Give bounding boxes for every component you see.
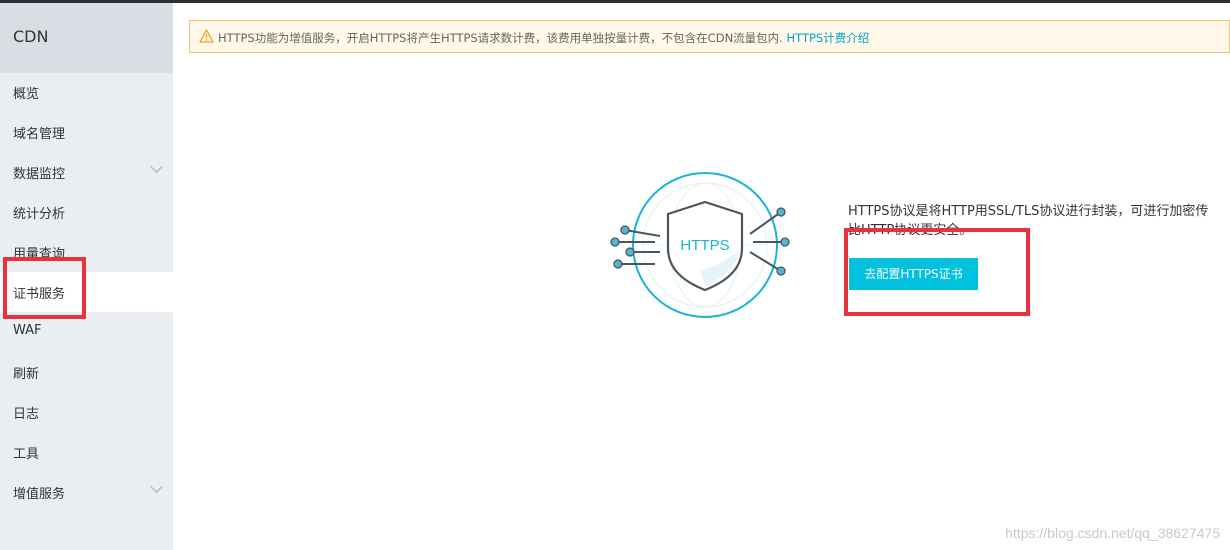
sidebar-item-refresh[interactable]: 刷新 — [0, 352, 173, 392]
sidebar-item-label: 证书服务 — [13, 287, 66, 302]
configure-https-certificate-button[interactable]: 去配置HTTPS证书 — [849, 258, 978, 290]
top-bar — [0, 0, 1230, 3]
sidebar-item-label: 日志 — [13, 407, 40, 422]
sidebar-title: CDN — [13, 27, 49, 46]
https-billing-alert: HTTPS功能为增值服务，开启HTTPS将产生HTTPS请求数计费，该费用单独按… — [189, 20, 1230, 53]
sidebar-item-overview[interactable]: 概览 — [0, 72, 173, 112]
alert-message: HTTPS功能为增值服务，开启HTTPS将产生HTTPS请求数计费，该费用单独按… — [218, 30, 869, 46]
sidebar-item-label: 统计分析 — [13, 207, 66, 222]
sidebar-item-value-added[interactable]: 增值服务 — [0, 472, 173, 512]
sidebar-item-label: WAF — [13, 323, 42, 338]
chevron-down-icon — [150, 160, 163, 173]
sidebar-item-statistics[interactable]: 统计分析 — [0, 192, 173, 232]
warning-icon — [199, 29, 214, 46]
sidebar-item-label: 用量查询 — [13, 247, 66, 262]
sidebar-item-label: 增值服务 — [13, 487, 66, 502]
sidebar-item-usage[interactable]: 用量查询 — [0, 232, 173, 272]
https-description-line1: HTTPS协议是将HTTP用SSL/TLS协议进行封装，可进行加密传 — [848, 204, 1209, 219]
sidebar-item-logs[interactable]: 日志 — [0, 392, 173, 432]
sidebar-item-label: 域名管理 — [13, 127, 66, 142]
sidebar-item-waf[interactable]: WAF — [0, 312, 173, 352]
watermark: https://blog.csdn.net/qq_38627475 — [1005, 525, 1220, 541]
sidebar-item-label: 工具 — [13, 447, 40, 462]
chevron-down-icon — [150, 480, 163, 493]
sidebar-item-certificates[interactable]: 证书服务 — [0, 272, 173, 312]
sidebar-header: CDN — [0, 3, 173, 73]
https-badge-text: HTTPS — [680, 237, 729, 254]
sidebar-item-monitoring[interactable]: 数据监控 — [0, 152, 173, 192]
https-description-line2: 比HTTP协议更安全。 — [848, 223, 973, 238]
sidebar-item-label: 刷新 — [13, 367, 40, 382]
https-illustration: HTTPS — [605, 170, 795, 320]
billing-info-link[interactable]: HTTPS计费介绍 — [786, 31, 869, 45]
sidebar-item-label: 数据监控 — [13, 167, 66, 182]
sidebar-item-label: 概览 — [13, 87, 40, 102]
alert-text: HTTPS功能为增值服务，开启HTTPS将产生HTTPS请求数计费，该费用单独按… — [218, 31, 783, 45]
sidebar-item-domains[interactable]: 域名管理 — [0, 112, 173, 152]
sidebar-item-tools[interactable]: 工具 — [0, 432, 173, 472]
